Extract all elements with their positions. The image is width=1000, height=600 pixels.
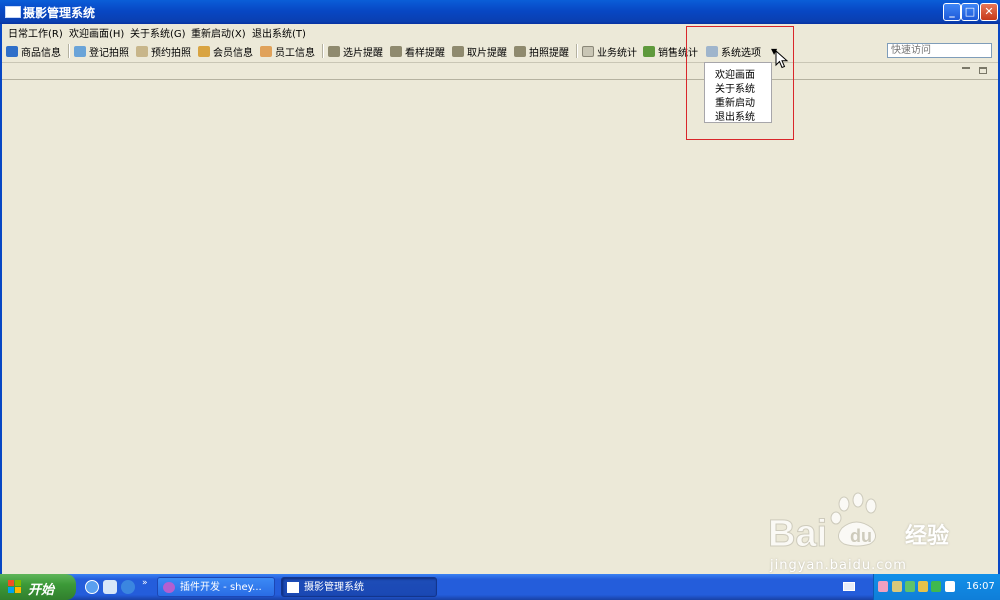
svg-text:du: du — [850, 526, 872, 546]
toolbar-separator — [322, 44, 324, 58]
mouse-cursor-icon — [775, 50, 789, 69]
product-icon — [6, 45, 18, 57]
toolbar-register-photo-button[interactable]: 登记拍照 — [74, 43, 129, 59]
tray-speaker-icon[interactable] — [918, 581, 928, 592]
toolbar-staff-button[interactable]: 员工信息 — [260, 43, 315, 59]
view-maximize-icon[interactable] — [979, 67, 987, 74]
menu-welcome[interactable]: 欢迎画面(H) — [69, 25, 124, 40]
calendar-icon — [136, 45, 148, 57]
taskbar-item-plugin-dev[interactable]: 插件开发 - shey... — [157, 577, 275, 597]
toolbar-select-reminder-button[interactable]: 选片提醒 — [328, 43, 383, 59]
toolbar-separator — [68, 44, 70, 58]
photo-icon — [452, 45, 464, 57]
tray-network-icon[interactable] — [905, 581, 915, 592]
toolbar-business-stats-button[interactable]: 业务统计 — [582, 43, 637, 59]
menu-about[interactable]: 关于系统(G) — [130, 25, 186, 40]
annotation-highlight-box — [686, 26, 794, 140]
keyboard-icon[interactable] — [843, 582, 855, 591]
photo-icon — [514, 45, 526, 57]
close-button[interactable]: ✕ — [980, 3, 998, 21]
watermark-cn-text: 经验 — [905, 524, 950, 549]
windows-logo-icon — [8, 580, 21, 593]
watermark-url: jingyan.baidu.com — [770, 558, 907, 573]
toolbar-sample-reminder-button[interactable]: 看样提醒 — [390, 43, 445, 59]
toolbar-separator — [576, 44, 578, 58]
tray-flower-icon[interactable] — [878, 581, 888, 592]
clock: 16:07 — [966, 581, 995, 592]
view-minimize-icon[interactable] — [962, 67, 970, 69]
tray-shield-icon[interactable] — [945, 581, 955, 592]
view-header — [2, 62, 998, 80]
toolbar-booking-button[interactable]: 预约拍照 — [136, 43, 191, 59]
svg-text:Bai: Bai — [768, 513, 827, 555]
app-window-icon — [5, 6, 21, 18]
photo-icon — [390, 45, 402, 57]
window-frame-left — [0, 24, 2, 574]
toolbar-members-button[interactable]: 会员信息 — [198, 43, 253, 59]
eclipse-icon — [163, 582, 175, 593]
taskbar: 开始 » 插件开发 - shey... 摄影管理系统 16:07 — [0, 574, 1000, 600]
toolbar-pickup-reminder-button[interactable]: 取片提醒 — [452, 43, 507, 59]
show-desktop-icon[interactable] — [103, 580, 117, 594]
window-icon — [287, 582, 299, 593]
title-bar[interactable]: 摄影管理系统 _ □ ✕ — [0, 0, 1000, 24]
chart-icon — [643, 45, 655, 57]
toolbar-shoot-reminder-button[interactable]: 拍照提醒 — [514, 43, 569, 59]
taskbar-item-photo-system[interactable]: 摄影管理系统 — [281, 577, 437, 597]
start-button[interactable]: 开始 — [0, 574, 76, 600]
menu-daily-work[interactable]: 日常工作(R) — [8, 25, 63, 40]
view-divider — [2, 79, 998, 80]
toolbar: 商品信息 登记拍照 预约拍照 会员信息 员工信息 选片提醒 看样提醒 取片提醒 … — [2, 40, 998, 62]
ie-icon[interactable] — [85, 580, 99, 594]
toolbar-products-button[interactable]: 商品信息 — [6, 43, 61, 59]
quick-search-input[interactable] — [887, 43, 992, 58]
tray-security-icon[interactable] — [931, 581, 941, 592]
window-title: 摄影管理系统 — [23, 6, 96, 20]
tray-app-icon[interactable] — [892, 581, 902, 592]
photo-icon — [328, 45, 340, 57]
menu-exit[interactable]: 退出系统(T) — [252, 25, 306, 40]
minimize-button[interactable]: _ — [943, 3, 961, 21]
report-icon — [582, 45, 594, 57]
browser-icon[interactable] — [121, 580, 135, 594]
chevron-right-icon[interactable]: » — [142, 578, 148, 588]
menu-restart[interactable]: 重新启动(X) — [191, 25, 246, 40]
camera-icon — [74, 45, 86, 57]
staff-icon — [260, 45, 272, 57]
members-icon — [198, 45, 210, 57]
maximize-button[interactable]: □ — [961, 3, 979, 21]
menu-bar: 日常工作(R) 欢迎画面(H) 关于系统(G) 重新启动(X) 退出系统(T) — [2, 24, 998, 40]
